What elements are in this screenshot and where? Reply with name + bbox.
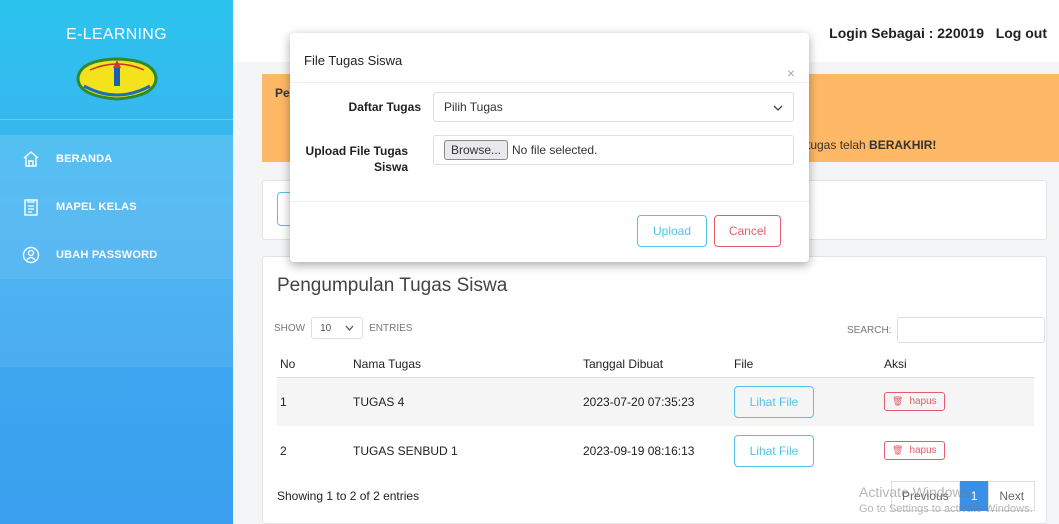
alert-text-plain: tugas telah	[807, 138, 870, 152]
cell-tanggal: 2023-09-19 08:16:13	[583, 443, 695, 458]
trash-icon: 🗑	[892, 396, 904, 407]
brand: E-LEARNING	[0, 0, 233, 120]
alert-message: tugas telah BERAKHIR!	[807, 138, 936, 152]
home-icon	[22, 150, 40, 168]
school-logo-icon	[75, 57, 158, 101]
cell-file: Lihat File	[734, 426, 884, 475]
file-status: No file selected.	[512, 143, 598, 157]
clipboard-icon	[22, 198, 40, 216]
sidebar-item-beranda[interactable]: BERANDA	[0, 135, 233, 183]
hapus-label: hapus	[909, 445, 937, 456]
table-header-row: No Nama Tugas Tanggal Dibuat File Aksi	[277, 351, 1034, 378]
alert-text-bold: BERAKHIR!	[869, 138, 937, 152]
browse-button[interactable]: Browse...	[444, 140, 509, 160]
cell-nama: TUGAS SENBUD 1	[353, 443, 458, 458]
sidebar: E-LEARNING BERANDA MAPEL KELAS UBAH PASS…	[0, 0, 233, 524]
daftar-tugas-label: Daftar Tugas	[348, 100, 421, 114]
sidebar-item-ubah-password[interactable]: UBAH PASSWORD	[0, 231, 233, 279]
file-input[interactable]: Browse... No file selected.	[433, 135, 794, 165]
logout-link[interactable]: Log out	[996, 25, 1047, 41]
activate-windows-watermark: Activate Windows	[859, 484, 970, 500]
show-label: SHOW	[274, 322, 306, 334]
upload-modal: File Tugas Siswa × Daftar Tugas Pilih Tu…	[290, 33, 809, 262]
column-header-tanggal[interactable]: Tanggal Dibuat	[583, 351, 734, 378]
chevron-down-icon	[345, 323, 354, 334]
modal-footer-divider	[290, 201, 809, 202]
cell-nama: TUGAS 4	[353, 377, 583, 426]
cell-tanggal: 2023-07-20 07:35:23	[583, 377, 734, 426]
sidebar-spacer	[0, 279, 233, 367]
brand-title[interactable]: E-LEARNING	[0, 0, 233, 44]
upload-button[interactable]: Upload	[637, 215, 707, 247]
table-info: Showing 1 to 2 of 2 entries	[277, 489, 420, 503]
cell-no: 2	[280, 443, 287, 458]
entries-label: ENTRIES	[369, 322, 413, 334]
activate-windows-hint: Go to Settings to activate Windows.	[859, 503, 1033, 515]
daftar-tugas-select[interactable]: Pilih Tugas	[433, 92, 794, 122]
close-icon[interactable]: ×	[787, 65, 795, 81]
cell-no: 1	[277, 377, 353, 426]
entries-select[interactable]: 10	[311, 317, 364, 339]
cell-aksi: 🗑 hapus	[884, 377, 1034, 426]
modal-divider	[290, 82, 809, 83]
column-header-nama[interactable]: Nama Tugas	[353, 351, 583, 378]
submissions-table: No Nama Tugas Tanggal Dibuat File Aksi 1…	[277, 351, 1034, 475]
lihat-file-button[interactable]: Lihat File	[734, 385, 814, 418]
column-header-file[interactable]: File	[734, 351, 884, 378]
hapus-button[interactable]: 🗑 hapus	[884, 392, 945, 412]
page-title: Pengumpulan Tugas Siswa	[277, 275, 508, 296]
daftar-tugas-value: Pilih Tugas	[444, 100, 503, 114]
upload-file-label: Upload File Tugas Siswa	[305, 144, 408, 174]
search-control: SEARCH:	[847, 317, 1046, 343]
search-input[interactable]	[897, 317, 1046, 343]
entries-value: 10	[320, 322, 332, 334]
hapus-button[interactable]: 🗑 hapus	[884, 441, 945, 460]
sidebar-item-label: BERANDA	[56, 153, 113, 165]
column-header-no[interactable]: No	[277, 351, 353, 378]
sidebar-item-label: MAPEL KELAS	[56, 201, 137, 213]
chevron-down-icon	[773, 100, 783, 114]
sidebar-nav: BERANDA MAPEL KELAS UBAH PASSWORD	[0, 135, 233, 367]
alert-prefix: Pe	[275, 86, 290, 100]
hapus-label: hapus	[909, 396, 937, 408]
trash-icon: 🗑	[892, 445, 904, 455]
cell-aksi: 🗑 hapus	[884, 426, 1034, 475]
search-label: SEARCH:	[847, 324, 892, 336]
sidebar-item-label: UBAH PASSWORD	[56, 249, 158, 261]
table-row: 1 TUGAS 4 2023-07-20 07:35:23 Lihat File…	[277, 377, 1034, 426]
user-circle-icon	[22, 246, 40, 264]
modal-title: File Tugas Siswa	[304, 53, 403, 68]
login-info: Login Sebagai : 220019	[829, 25, 984, 41]
column-header-aksi[interactable]: Aksi	[884, 351, 1034, 378]
cell-file: Lihat File	[734, 377, 884, 426]
cancel-button[interactable]: Cancel	[714, 215, 781, 247]
entries-control: SHOW 10 ENTRIES	[274, 317, 412, 339]
lihat-file-button[interactable]: Lihat File	[734, 434, 814, 467]
sidebar-item-mapel-kelas[interactable]: MAPEL KELAS	[0, 183, 233, 231]
table-row: 2 TUGAS SENBUD 1 2023-09-19 08:16:13 Lih…	[277, 426, 1034, 475]
